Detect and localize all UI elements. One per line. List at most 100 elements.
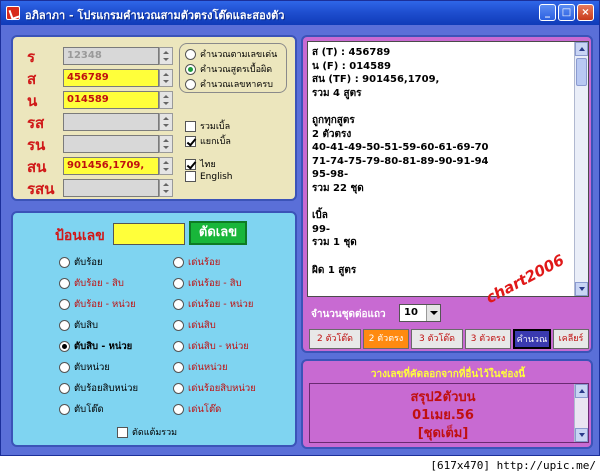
- cut-option-right[interactable]: เด่นโต๊ด: [173, 402, 221, 417]
- checkbox-icon[interactable]: [185, 171, 196, 182]
- row-label-sn: สน: [27, 158, 47, 176]
- cut-option-left[interactable]: ตับหน่วย: [59, 360, 110, 375]
- tab-3-tod[interactable]: 3 ตัวโต๊ด: [411, 329, 463, 349]
- row-label-r: ร: [27, 48, 36, 66]
- paste-textarea[interactable]: สรุป2ตัวบน 01เมย.56 [ชุดเต็ม]: [309, 383, 589, 443]
- calculate-button[interactable]: คำนวณ: [513, 329, 551, 349]
- checkbox-icon[interactable]: [117, 426, 128, 438]
- check-english[interactable]: English: [185, 171, 233, 182]
- input-sn-field[interactable]: 901456,1709,: [63, 157, 159, 175]
- spin-sn[interactable]: [159, 157, 173, 175]
- radio-icon[interactable]: [59, 404, 70, 415]
- cut-option-right[interactable]: เด่นร้อย - หน่วย: [173, 297, 253, 312]
- results-textarea[interactable]: ส (T) : 456789 น (F) : 014589 สน (TF) : …: [307, 41, 589, 307]
- cut-option-left[interactable]: ตับโต๊ด: [59, 402, 104, 417]
- tab-2-tod[interactable]: 2 ตัวโต๊ด: [309, 329, 361, 349]
- radio-icon[interactable]: [59, 278, 70, 289]
- checkbox-checked-icon[interactable]: [185, 135, 196, 147]
- radio-icon[interactable]: [59, 257, 70, 268]
- minimize-button[interactable]: _: [539, 4, 556, 21]
- mode-option[interactable]: คำนวณตามเลขเด่น: [185, 47, 277, 61]
- cut-option-right[interactable]: เด่นร้อย - สิบ: [173, 276, 242, 291]
- radio-icon[interactable]: [173, 383, 184, 394]
- cut-option-right[interactable]: เด่นร้อยสิบหน่วย: [173, 381, 256, 396]
- radio-icon[interactable]: [173, 257, 184, 268]
- cut-option-left[interactable]: ตับร้อย - หน่วย: [59, 297, 136, 312]
- title-bar[interactable]: อภิลาภา - โปรแกรมคำนวณสามตัวตรงโต๊ดและสอ…: [1, 1, 599, 25]
- radio-icon[interactable]: [59, 362, 70, 373]
- radio-icon[interactable]: [173, 278, 184, 289]
- cut-options-panel: ป้อนเลข ตัดเลข ตับร้อย ตับร้อย - สิบ ตับ…: [11, 211, 297, 447]
- app-window: อภิลาภา - โปรแกรมคำนวณสามตัวตรงโต๊ดและสอ…: [0, 0, 600, 456]
- paste-line: [ชุดเต็ม]: [417, 426, 469, 441]
- scroll-down-icon[interactable]: [575, 282, 588, 296]
- radio-icon[interactable]: [173, 320, 184, 331]
- radio-icon[interactable]: [185, 78, 196, 90]
- row-label-rsn: รสน: [27, 180, 55, 198]
- input-s-field[interactable]: 456789: [63, 69, 159, 87]
- cut-option-left[interactable]: ตับร้อย - สิบ: [59, 276, 124, 291]
- check-separate-double[interactable]: แยกเบิ้ล: [185, 134, 231, 148]
- cut-number-button[interactable]: ตัดเลข: [189, 221, 247, 245]
- radio-icon[interactable]: [59, 383, 70, 394]
- clear-button[interactable]: เคลียร์: [553, 329, 589, 349]
- image-footer: [617x470] http://upic.me/: [0, 456, 600, 476]
- cut-option-left[interactable]: ตับสิบ: [59, 318, 98, 333]
- tab-3-straight[interactable]: 3 ตัวตรง: [465, 329, 511, 349]
- row-label-rs: รส: [27, 114, 45, 132]
- results-panel: ส (T) : 456789 น (F) : 014589 สน (TF) : …: [301, 35, 593, 353]
- radio-icon[interactable]: [185, 48, 196, 60]
- input-n-field[interactable]: 014589: [63, 91, 159, 109]
- cut-option-left[interactable]: ตับร้อยสิบหน่วย: [59, 381, 138, 396]
- spin-r[interactable]: [159, 47, 173, 65]
- close-button[interactable]: ×: [577, 4, 594, 21]
- input-rsn-field[interactable]: [63, 179, 159, 197]
- chevron-down-icon[interactable]: [426, 305, 440, 321]
- results-scrollbar[interactable]: [574, 42, 588, 296]
- row-label-rn: รน: [27, 136, 46, 154]
- spin-rs[interactable]: [159, 113, 173, 131]
- radio-selected-icon[interactable]: [59, 341, 70, 352]
- cut-option-left-selected[interactable]: ตับสิบ - หน่วย: [59, 339, 132, 354]
- radio-icon[interactable]: [173, 341, 184, 352]
- maximize-button[interactable]: □: [558, 4, 575, 21]
- check-combine-double[interactable]: รวมเบิ้ล: [185, 119, 230, 133]
- checkbox-checked-icon[interactable]: [185, 158, 196, 170]
- spin-n[interactable]: [159, 91, 173, 109]
- scroll-thumb[interactable]: [576, 58, 587, 86]
- input-r-field[interactable]: 12348: [63, 47, 159, 65]
- spin-rn[interactable]: [159, 135, 173, 153]
- input-rn-field[interactable]: [63, 135, 159, 153]
- number-entry-field[interactable]: [113, 223, 185, 245]
- radio-selected-icon[interactable]: [185, 63, 196, 75]
- radio-icon[interactable]: [173, 299, 184, 310]
- radio-icon[interactable]: [59, 320, 70, 331]
- input-panel: ร 12348 ส 456789 น 014589 รส รน สน 90145…: [11, 35, 297, 201]
- check-thai[interactable]: ไทย: [185, 157, 216, 171]
- sets-per-row-label: จำนวนชุดต่อแถว: [311, 309, 386, 320]
- scroll-up-icon[interactable]: [575, 42, 588, 56]
- radio-icon[interactable]: [173, 362, 184, 373]
- radio-icon[interactable]: [173, 404, 184, 415]
- radio-icon[interactable]: [59, 299, 70, 310]
- scroll-down-icon[interactable]: [575, 428, 588, 442]
- entry-label: ป้อนเลข: [55, 228, 105, 244]
- spin-s[interactable]: [159, 69, 173, 87]
- results-text: ส (T) : 456789 น (F) : 014589 สน (TF) : …: [312, 47, 489, 276]
- scroll-up-icon[interactable]: [575, 384, 588, 398]
- input-rs-field[interactable]: [63, 113, 159, 131]
- paste-scrollbar[interactable]: [574, 384, 588, 442]
- cut-option-left[interactable]: ตับร้อย: [59, 255, 103, 270]
- cut-option-right[interactable]: เด่นร้อย: [173, 255, 220, 270]
- tab-2-straight[interactable]: 2 ตัวตรง: [363, 329, 409, 349]
- paste-panel-title: วางเลขที่คัดลอกจากที่อื่นไว้ในช่องนี้: [370, 369, 526, 380]
- mode-option[interactable]: คำนวณเลขหาครบ: [185, 77, 273, 91]
- cut-option-right[interactable]: เด่นสิบ: [173, 318, 216, 333]
- spin-rsn[interactable]: [159, 179, 173, 197]
- cut-option-right[interactable]: เด่นหน่วย: [173, 360, 228, 375]
- checkbox-icon[interactable]: [185, 120, 196, 132]
- sets-per-row-select[interactable]: 10: [399, 304, 441, 322]
- check-cut-all-points[interactable]: ตัดแต้มรวม: [117, 425, 177, 439]
- mode-option[interactable]: คำนวณสูตรเบื้อผิด: [185, 62, 272, 76]
- cut-option-right[interactable]: เด่นสิบ - หน่วย: [173, 339, 249, 354]
